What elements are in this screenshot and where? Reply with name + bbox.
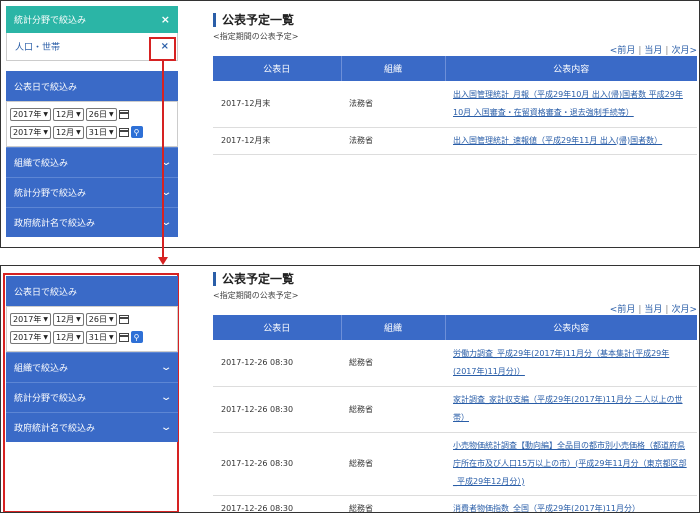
highlight-box <box>149 37 176 61</box>
cell-org: 総務省 <box>341 432 445 496</box>
table-row: 2017-12月末 法務省 出入国管理統計_速報値（平成29年11月 出入(帰)… <box>213 127 697 155</box>
content-link[interactable]: 消費者物価指数_全国（平成29年(2017年)11月分） <box>453 504 640 513</box>
field-filter-header[interactable]: 統計分野で絞込み × <box>6 6 178 33</box>
table-row: 2017-12月末 法務省 出入国管理統計_月報（平成29年10月 出入(帰)国… <box>213 81 697 128</box>
accordion-field[interactable]: 統計分野で絞込み ⌄ <box>6 382 178 412</box>
from-day-select[interactable]: 26日 ▼ <box>85 312 117 326</box>
cell-org: 法務省 <box>341 81 445 128</box>
page-title: 公表予定一覧 <box>213 13 697 27</box>
cell-org: 総務省 <box>341 386 445 433</box>
cell-date: 2017-12-26 08:30 <box>213 386 341 433</box>
date-filter-header[interactable]: 公表日で絞込み <box>6 276 178 306</box>
prev-month-link[interactable]: <前月 <box>610 46 636 56</box>
content-link[interactable]: 小売物価統計調査【動向編】全品目の都市別小売価格（都道府県庁所在市及び人口15万… <box>453 441 687 486</box>
from-month-select[interactable]: 12月 ▼ <box>52 312 84 326</box>
calendar-icon[interactable] <box>118 127 129 137</box>
from-day-select[interactable]: 26日 ▼ <box>85 107 117 121</box>
from-year-select[interactable]: 2017年 ▼ <box>10 312 51 326</box>
date-filter: 公表日で絞込み 2017年 ▼ 12月 ▼ 26日 ▼ 2017年 ▼ 12月 ▼ 31日… <box>6 71 178 147</box>
to-year-select[interactable]: 2017年 ▼ <box>10 125 51 139</box>
content-link[interactable]: 出入国管理統計_月報（平成29年10月 出入(帰)国者数 平成29年10月 入国… <box>453 90 683 117</box>
page-title: 公表予定一覧 <box>213 272 697 286</box>
calendar-icon[interactable] <box>118 109 129 119</box>
arrow-line <box>162 60 164 260</box>
col-header: 公表内容 <box>444 56 697 81</box>
month-pager: <前月 | 当月 | 次月> <box>609 46 697 56</box>
selected-field-label: 人口・世帯 <box>15 43 61 53</box>
schedule-main: 公表予定一覧 <指定期間の公表予定> <前月 | 当月 | 次月> 公表日 組織 公表内… <box>213 13 697 155</box>
content-link[interactable]: 労働力調査_平成29年(2017年)11月分（基本集計(平成29年(2017年)… <box>453 349 669 376</box>
cell-org: 法務省 <box>341 127 445 155</box>
accordion-org[interactable]: 組織で絞込み ⌄ <box>6 352 178 382</box>
cell-date: 2017-12-26 08:30 <box>213 495 341 512</box>
current-month-link[interactable]: 当月 <box>644 305 662 315</box>
chevron-down-icon: ⌄ <box>159 422 173 433</box>
to-day-select[interactable]: 31日 ▼ <box>85 330 117 344</box>
table-row: 2017-12-26 08:30 総務省 労働力調査_平成29年(2017年)1… <box>213 340 697 387</box>
col-header: 公表日 <box>213 315 341 340</box>
to-month-select[interactable]: 12月 ▼ <box>52 125 84 139</box>
accordion-stat-name[interactable]: 政府統計名で絞込み ⌄ <box>6 412 178 442</box>
next-month-link[interactable]: 次月> <box>671 305 697 315</box>
col-header: 組織 <box>340 315 445 340</box>
cell-org: 総務省 <box>341 340 445 387</box>
field-filter-label: 統計分野で絞込み <box>14 16 87 26</box>
accordion-org[interactable]: 組織で絞込み ⌄ <box>6 147 178 177</box>
table-row: 2017-12-26 08:30 総務省 消費者物価指数_全国（平成29年(20… <box>213 495 697 513</box>
search-icon[interactable]: ⚲ <box>130 126 143 138</box>
table-row: 2017-12-26 08:30 総務省 家計調査_家計収支編（平成29年(20… <box>213 386 697 433</box>
date-to-row: 2017年 ▼ 12月 ▼ 31日 ▼ ⚲ <box>10 329 174 345</box>
page-subtitle: <指定期間の公表予定> <box>213 291 299 300</box>
next-month-link[interactable]: 次月> <box>671 46 697 56</box>
to-day-select[interactable]: 31日 ▼ <box>85 125 117 139</box>
content-link[interactable]: 出入国管理統計_速報値（平成29年11月 出入(帰)国者数） <box>453 136 662 145</box>
arrow-head-icon <box>158 257 168 265</box>
cell-date: 2017-12-26 08:30 <box>213 432 341 496</box>
from-year-select[interactable]: 2017年 ▼ <box>10 107 51 121</box>
page-subtitle: <指定期間の公表予定> <box>213 32 299 41</box>
date-filter: 公表日で絞込み 2017年 ▼ 12月 ▼ 26日 ▼ 2017年 ▼ 12月 ▼ 31日… <box>6 276 178 352</box>
cell-date: 2017-12月末 <box>213 127 341 155</box>
date-to-row: 2017年 ▼ 12月 ▼ 31日 ▼ ⚲ <box>10 124 174 140</box>
calendar-icon[interactable] <box>118 314 129 324</box>
month-pager: <前月 | 当月 | 次月> <box>609 305 697 315</box>
chevron-down-icon: ⌄ <box>159 392 173 403</box>
date-filter-header[interactable]: 公表日で絞込み <box>6 71 178 101</box>
col-header: 組織 <box>340 56 445 81</box>
cell-date: 2017-12月末 <box>213 81 341 128</box>
content-link[interactable]: 家計調査_家計収支編（平成29年(2017年)11月分 二人以上の世帯） <box>453 395 683 422</box>
search-icon[interactable]: ⚲ <box>130 331 143 343</box>
panel-before: 統計分野で絞込み × 人口・世帯 × 公表日で絞込み 2017年 ▼ 12月 ▼ 2… <box>0 0 700 248</box>
schedule-main: 公表予定一覧 <指定期間の公表予定> <前月 | 当月 | 次月> 公表日 組織 公表内… <box>213 272 697 513</box>
current-month-link[interactable]: 当月 <box>644 46 662 56</box>
col-header: 公表内容 <box>444 315 697 340</box>
cell-org: 総務省 <box>341 495 445 512</box>
schedule-table: 公表日 組織 公表内容 2017-12-26 08:30 総務省 労働力調査_平… <box>213 315 697 513</box>
chevron-down-icon: ⌄ <box>159 362 173 373</box>
col-header: 公表日 <box>213 56 341 81</box>
prev-month-link[interactable]: <前月 <box>610 305 636 315</box>
calendar-icon[interactable] <box>118 332 129 342</box>
date-from-row: 2017年 ▼ 12月 ▼ 26日 ▼ <box>10 311 174 327</box>
filter-sidebar: 公表日で絞込み 2017年 ▼ 12月 ▼ 26日 ▼ 2017年 ▼ 12月 ▼ 31日… <box>6 276 178 442</box>
date-from-row: 2017年 ▼ 12月 ▼ 26日 ▼ <box>10 106 174 122</box>
close-icon[interactable]: × <box>161 13 170 26</box>
from-month-select[interactable]: 12月 ▼ <box>52 107 84 121</box>
to-month-select[interactable]: 12月 ▼ <box>52 330 84 344</box>
cell-date: 2017-12-26 08:30 <box>213 340 341 387</box>
accordion-stat-name[interactable]: 政府統計名で絞込み ⌄ <box>6 207 178 237</box>
schedule-table: 公表日 組織 公表内容 2017-12月末 法務省 出入国管理統計_月報（平成2… <box>213 56 697 155</box>
table-row: 2017-12-26 08:30 総務省 小売物価統計調査【動向編】全品目の都市… <box>213 432 697 496</box>
to-year-select[interactable]: 2017年 ▼ <box>10 330 51 344</box>
accordion-field[interactable]: 統計分野で絞込み ⌄ <box>6 177 178 207</box>
panel-after: 公表日で絞込み 2017年 ▼ 12月 ▼ 26日 ▼ 2017年 ▼ 12月 ▼ 31日… <box>0 265 700 513</box>
